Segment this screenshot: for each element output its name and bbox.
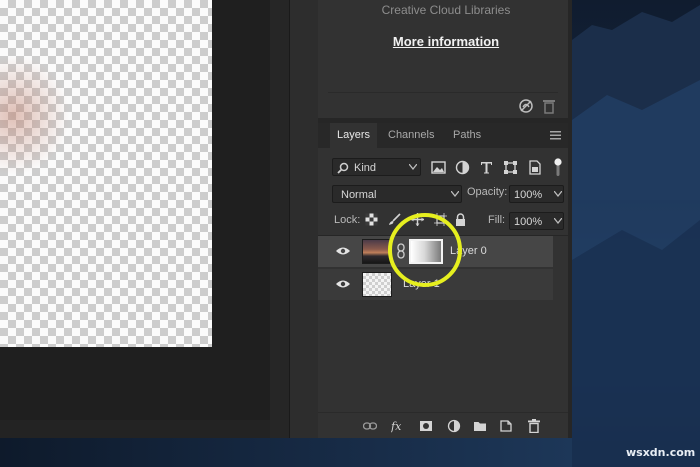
new-layer-icon[interactable]: [499, 419, 513, 433]
link-layers-icon[interactable]: [363, 419, 377, 433]
highlight-annotation-circle: [388, 213, 462, 287]
lock-label: Lock:: [334, 214, 361, 226]
image-filter-icon[interactable]: [431, 160, 446, 175]
tab-channels[interactable]: Channels: [381, 123, 441, 148]
lock-transparent-pixels-icon[interactable]: [365, 213, 378, 226]
svg-text:fx: fx: [391, 420, 402, 433]
canvas-area[interactable]: [0, 0, 289, 438]
fill-input[interactable]: 100%: [509, 212, 564, 230]
filter-kind-dropdown[interactable]: Kind: [332, 158, 421, 176]
desktop-wallpaper-bottom: [0, 438, 572, 467]
eye-visibility-icon[interactable]: [336, 246, 350, 256]
eye-visibility-icon[interactable]: [336, 279, 350, 289]
libraries-panel: Creative Cloud Libraries More informatio…: [318, 0, 568, 118]
fill-value: 100%: [514, 216, 543, 228]
smart-object-filter-icon[interactable]: [527, 160, 542, 175]
type-filter-icon[interactable]: [479, 160, 494, 175]
more-information-link[interactable]: More information: [318, 34, 574, 49]
document-canvas[interactable]: [0, 0, 212, 347]
fx-layer-style-icon[interactable]: fx: [391, 419, 405, 433]
fill-label: Fill:: [488, 214, 506, 226]
chevron-down-icon: [554, 218, 562, 224]
divider: [328, 92, 558, 93]
canvas-scrollbar[interactable]: [270, 0, 289, 438]
shape-filter-icon[interactable]: [503, 160, 518, 175]
chevron-down-icon: [451, 191, 459, 197]
desktop-wallpaper: [572, 0, 700, 467]
mountain-wallpaper-art: [572, 5, 700, 467]
panel-menu-icon[interactable]: [550, 131, 561, 140]
chevron-down-icon: [409, 164, 417, 170]
search-icon: [337, 162, 349, 174]
layers-panel-footer: fx: [318, 412, 568, 439]
libraries-info-text: Creative Cloud Libraries: [381, 3, 511, 17]
trash-icon[interactable]: [542, 98, 556, 114]
chevron-down-icon: [554, 191, 562, 197]
tab-paths[interactable]: Paths: [446, 123, 488, 148]
filter-toggle-switch[interactable]: [554, 157, 562, 177]
lock-all-icon[interactable]: [454, 213, 467, 226]
canvas-status-bar: [0, 420, 289, 438]
panel-tab-bar: Layers Channels Paths: [318, 123, 568, 148]
blend-mode-dropdown[interactable]: Normal: [332, 185, 462, 203]
folder-group-icon[interactable]: [473, 419, 487, 433]
adjustment-layer-icon[interactable]: [447, 419, 461, 433]
cloud-sync-icon[interactable]: [518, 98, 534, 114]
opacity-label: Opacity:: [467, 186, 508, 198]
watermark-text: wsxdn.com: [626, 446, 696, 459]
delete-layer-trash-icon[interactable]: [527, 419, 541, 433]
opacity-input[interactable]: 100%: [509, 185, 564, 203]
image-remnant: [0, 55, 70, 175]
filter-kind-label: Kind: [354, 162, 377, 174]
panel-dock-strip[interactable]: [289, 0, 319, 438]
layer-thumbnail[interactable]: [362, 272, 392, 297]
adjustment-filter-icon[interactable]: [455, 160, 470, 175]
tab-layers[interactable]: Layers: [330, 123, 378, 148]
add-mask-icon[interactable]: [419, 419, 433, 433]
opacity-value: 100%: [514, 189, 543, 201]
blend-mode-value: Normal: [341, 189, 377, 201]
